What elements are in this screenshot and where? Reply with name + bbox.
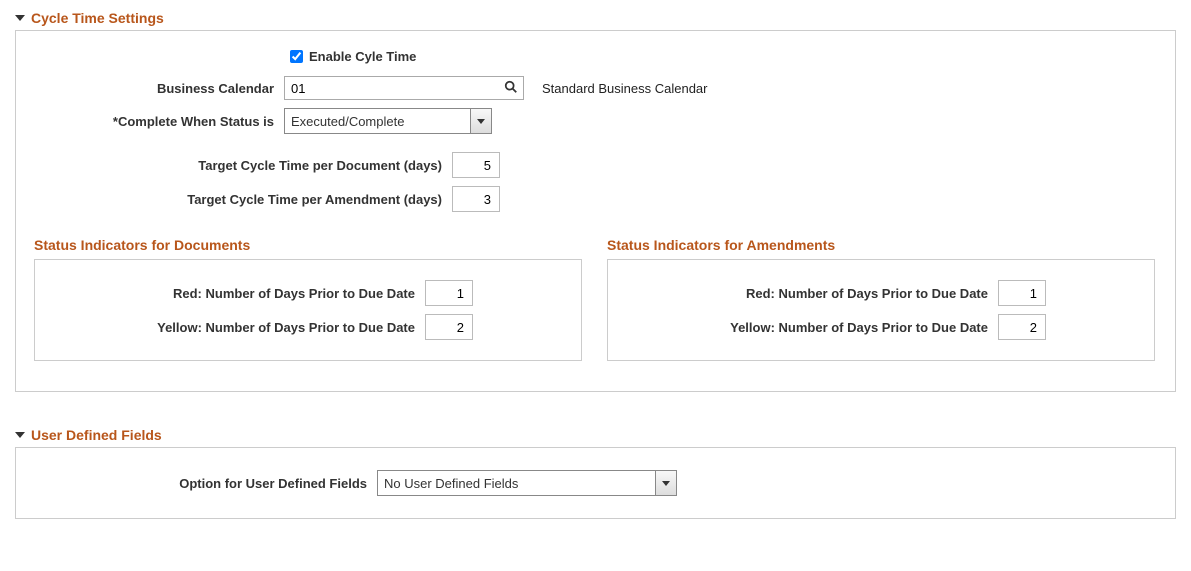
dropdown-icon	[470, 109, 491, 133]
doc-red-input[interactable]	[425, 280, 473, 306]
udf-box: Option for User Defined Fields No User D…	[15, 447, 1176, 519]
complete-status-value: Executed/Complete	[285, 114, 404, 129]
amend-red-label: Red: Number of Days Prior to Due Date	[618, 286, 998, 301]
complete-status-label: *Complete When Status is	[34, 114, 284, 129]
dropdown-icon	[655, 471, 676, 495]
section-header-cycle[interactable]: Cycle Time Settings	[15, 10, 1176, 26]
amend-yellow-label: Yellow: Number of Days Prior to Due Date	[618, 320, 998, 335]
amend-red-input[interactable]	[998, 280, 1046, 306]
business-calendar-label: Business Calendar	[34, 81, 284, 96]
lookup-icon[interactable]	[504, 80, 518, 97]
target-doc-label: Target Cycle Time per Document (days)	[34, 158, 452, 173]
udf-option-value: No User Defined Fields	[378, 476, 518, 491]
amend-indicator-title: Status Indicators for Amendments	[607, 237, 1155, 253]
section-title-udf: User Defined Fields	[31, 427, 162, 443]
target-doc-input[interactable]	[452, 152, 500, 178]
target-amend-label: Target Cycle Time per Amendment (days)	[34, 192, 452, 207]
enable-cycle-checkbox[interactable]	[290, 50, 303, 63]
complete-status-select[interactable]: Executed/Complete	[284, 108, 492, 134]
docs-indicator-title: Status Indicators for Documents	[34, 237, 582, 253]
collapse-icon	[15, 15, 25, 21]
section-title-cycle: Cycle Time Settings	[31, 10, 164, 26]
doc-red-label: Red: Number of Days Prior to Due Date	[45, 286, 425, 301]
cycle-time-box: Enable Cyle Time Business Calendar Stand…	[15, 30, 1176, 392]
udf-option-label: Option for User Defined Fields	[34, 476, 377, 491]
section-header-udf[interactable]: User Defined Fields	[15, 427, 1176, 443]
calendar-description: Standard Business Calendar	[542, 81, 708, 96]
doc-yellow-label: Yellow: Number of Days Prior to Due Date	[45, 320, 425, 335]
amend-indicator-box: Red: Number of Days Prior to Due Date Ye…	[607, 259, 1155, 361]
amend-yellow-input[interactable]	[998, 314, 1046, 340]
udf-option-select[interactable]: No User Defined Fields	[377, 470, 677, 496]
business-calendar-input[interactable]	[284, 76, 524, 100]
enable-cycle-label[interactable]: Enable Cyle Time	[309, 49, 416, 64]
target-amend-input[interactable]	[452, 186, 500, 212]
collapse-icon	[15, 432, 25, 438]
doc-yellow-input[interactable]	[425, 314, 473, 340]
docs-indicator-box: Red: Number of Days Prior to Due Date Ye…	[34, 259, 582, 361]
